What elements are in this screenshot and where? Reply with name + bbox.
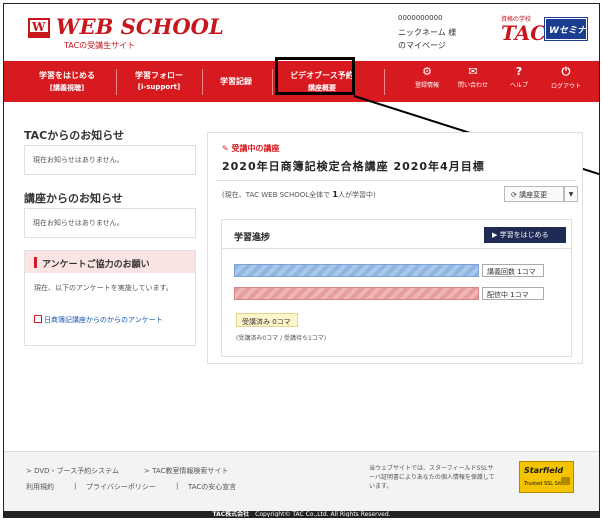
nav-icon-label: 登録情報 — [414, 82, 439, 89]
course-notice-text: 現在お知らせはありません。 — [33, 219, 124, 227]
nav-item-sublabel: [i-support] — [137, 83, 181, 91]
power-icon: ⏻ — [561, 65, 571, 78]
progress-header: 学習進捗 ▶ 学習をはじめる — [222, 220, 571, 249]
learners-note-prefix: (現在、TAC WEB SCHOOL全体で — [222, 191, 331, 199]
highlight-box — [275, 57, 355, 95]
footer-divider: | — [176, 482, 179, 490]
chevron-down-icon[interactable]: ▼ — [564, 186, 578, 202]
tac-notice-text: 現在お知らせはありません。 — [33, 156, 124, 164]
terms-link[interactable]: 利用規約 — [26, 482, 54, 492]
nav-item-label: 学習記録 — [220, 77, 252, 86]
change-course-button-label: 講座変更 — [519, 191, 548, 199]
ssl-notice: 当ウェブサイトでは、スターフィールドSSLサーバ証明書によりあなたの個人情報を保… — [369, 465, 495, 490]
help-icon: ? — [515, 65, 523, 78]
lecture-count-bar — [234, 264, 479, 277]
site-footer: > DVD・ブース予約システム > TAC教室情報検索サイト 利用規約 | プラ… — [4, 451, 599, 511]
refresh-icon: ⟳ — [511, 191, 517, 199]
envelope-icon: ✉ — [468, 65, 478, 78]
tac-logo-text: TAC — [501, 21, 547, 45]
dvd-booth-link[interactable]: > DVD・ブース予約システム — [26, 466, 119, 476]
browser-frame: W WEB SCHOOL TACの受講生サイト 0000000000 ニックネー… — [3, 3, 600, 518]
nav-item-label: 学習フォロー — [135, 71, 183, 80]
nav-help[interactable]: ? ヘルプ — [499, 65, 539, 99]
nav-start-learning[interactable]: 学習をはじめる [講義視聴] — [26, 61, 108, 102]
course-notice-box: 現在お知らせはありません。 — [24, 208, 196, 238]
nav-divider — [272, 69, 273, 95]
course-notice-title: 講座からのお知らせ — [24, 192, 123, 205]
distributing-bar — [234, 287, 479, 300]
checkbox-icon — [34, 315, 42, 323]
survey-text: 現在、以下のアンケートを実施しています。 — [34, 284, 173, 292]
tac-logo[interactable]: 資格の学校 TAC — [501, 14, 546, 45]
my-page-label: のマイページ — [398, 41, 446, 50]
footer-divider: | — [74, 482, 77, 490]
completed-summary: (受講済み0コマ / 受講待ち1コマ) — [236, 335, 327, 342]
ssl-seal[interactable]: Starfield Trusted SSL Site — [519, 461, 574, 493]
tac-notice-title: TACからのお知らせ — [24, 129, 125, 142]
survey-box: アンケートご協力のお願い 現在、以下のアンケートを実施しています。 日商簿記講座… — [24, 250, 196, 346]
change-course-button[interactable]: ⟳ 講座変更 — [504, 186, 564, 202]
learners-note: (現在、TAC WEB SCHOOL全体で 1人が学習中) — [222, 190, 376, 200]
course-panel: ✎ 受講中の講座 2020年日商簿記検定合格講座 2020年4月目標 (現在、T… — [207, 132, 583, 364]
nav-learning-follow[interactable]: 学習フォロー [i-support] — [120, 61, 198, 102]
survey-header-bar — [34, 257, 37, 268]
lecture-count-label: 講義回数 1コマ — [482, 264, 544, 277]
nav-icon-label: 問い合わせ — [457, 82, 488, 89]
copyright-bar: TAC株式会社 Copyright© TAC Co.,Ltd. All Right… — [4, 511, 599, 518]
privacy-link[interactable]: プライバシーポリシー — [86, 482, 156, 492]
survey-link-text[interactable]: 日商簿記講座からのからのアンケート — [44, 316, 163, 324]
start-learning-button[interactable]: ▶ 学習をはじめる — [484, 227, 566, 243]
learners-note-suffix: 人が学習中) — [337, 191, 376, 199]
nav-logout[interactable]: ⏻ ログアウト — [544, 65, 588, 99]
w-seminar-logo[interactable]: Wセミナー — [544, 17, 588, 49]
safety-declaration-link[interactable]: TACの安心宣言 — [188, 482, 236, 492]
ssl-seal-sub: Trusted SSL Site — [524, 481, 565, 487]
lock-icon — [561, 477, 570, 485]
course-title: 2020年日商簿記検定合格講座 2020年4月目標 — [222, 160, 485, 173]
progress-box: 学習進捗 ▶ 学習をはじめる 講義回数 1コマ 配信中 1コマ 受講済み 0コマ… — [221, 219, 572, 357]
company-name: TAC株式会社 — [212, 511, 250, 518]
w-seminar-logo-text: Wセミナー — [549, 26, 586, 49]
classroom-search-link[interactable]: > TAC教室情報検索サイト — [144, 466, 228, 476]
enrolled-course-label: ✎ 受講中の講座 — [222, 144, 280, 153]
nav-learning-record[interactable]: 学習記録 — [206, 61, 266, 102]
web-school-logo-icon: W — [28, 18, 50, 38]
nav-inquiry[interactable]: ✉ 問い合わせ — [452, 65, 494, 99]
user-nickname: ニックネーム 様 — [398, 28, 457, 37]
ssl-seal-brand: Starfield — [524, 466, 564, 475]
nav-item-sublabel: [講義視聴] — [49, 84, 85, 92]
site-header: W WEB SCHOOL TACの受講生サイト 0000000000 ニックネー… — [4, 4, 599, 61]
survey-title: アンケートご協力のお願い — [42, 260, 150, 270]
distributing-label: 配信中 1コマ — [482, 287, 544, 300]
enrolled-course-label-text: 受講中の講座 — [231, 144, 280, 153]
nav-icon-label: ヘルプ — [509, 82, 528, 89]
nav-divider — [384, 69, 385, 95]
gear-icon: ⚙ — [422, 65, 432, 78]
divider — [216, 180, 576, 181]
site-logo-subtitle: TACの受講生サイト — [64, 41, 136, 50]
survey-header: アンケートご協力のお願い — [25, 251, 195, 273]
survey-link[interactable]: 日商簿記講座からのからのアンケート — [34, 315, 190, 326]
user-id: 0000000000 — [398, 14, 443, 22]
copyright-text: Copyright© TAC Co.,Ltd. All Rights Reser… — [255, 511, 391, 518]
completed-badge: 受講済み 0コマ — [236, 313, 298, 327]
progress-title: 学習進捗 — [234, 233, 271, 243]
site-logo[interactable]: WEB SCHOOL — [56, 14, 224, 39]
nav-divider — [202, 69, 203, 95]
nav-icon-label: ログアウト — [550, 83, 581, 90]
nav-divider — [116, 69, 117, 95]
nav-registration[interactable]: ⚙ 登録情報 — [407, 65, 447, 99]
tac-notice-box: 現在お知らせはありません。 — [24, 145, 196, 175]
nav-item-label: 学習をはじめる — [39, 71, 95, 80]
